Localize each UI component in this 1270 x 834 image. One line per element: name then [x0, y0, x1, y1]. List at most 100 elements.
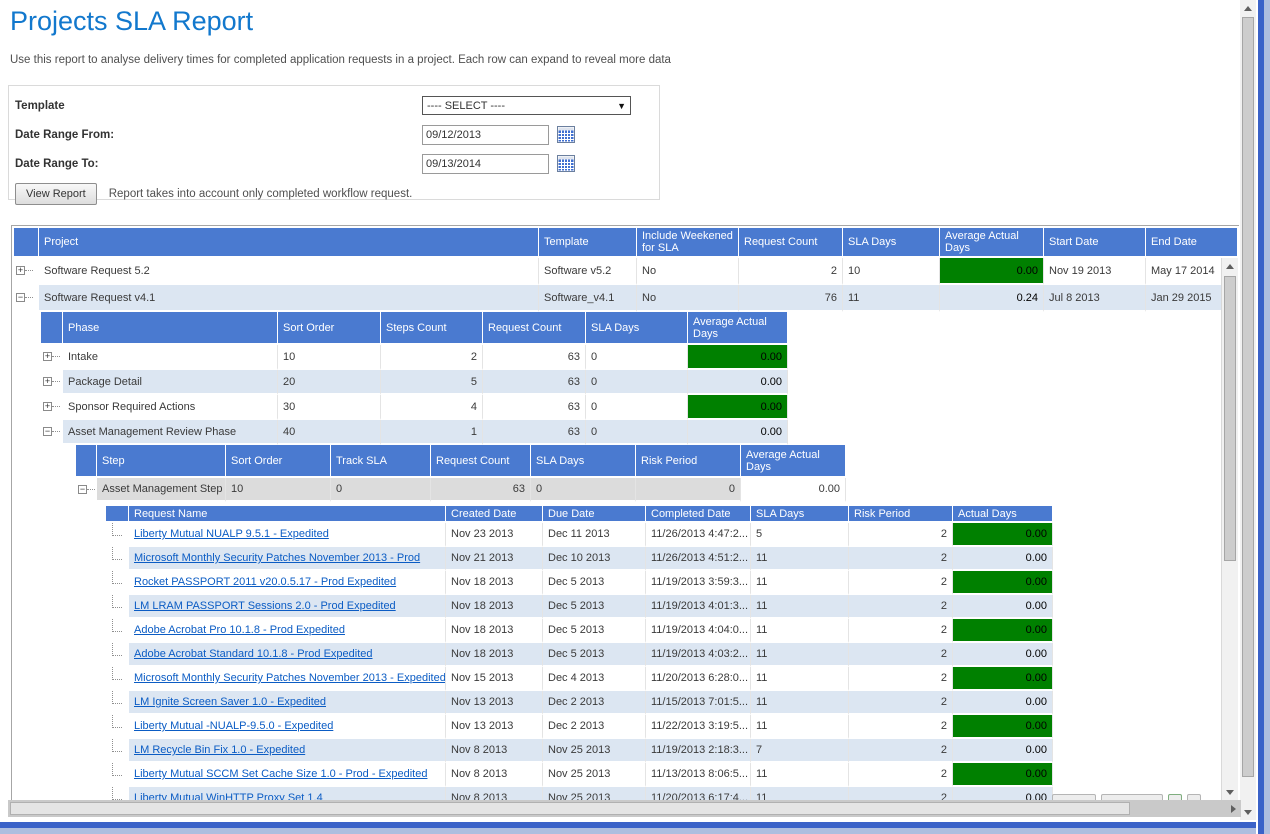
- risk-cell: 2: [849, 595, 953, 619]
- risk-cell: 2: [849, 547, 953, 571]
- request-row: LM Ignite Screen Saver 1.0 - ExpeditedNo…: [106, 691, 1053, 715]
- expand-toggle[interactable]: +: [43, 377, 52, 386]
- sort-cell: 40: [278, 420, 381, 445]
- tree-cell: +: [41, 370, 63, 395]
- column-header: Risk Period: [636, 445, 741, 478]
- column-header: Start Date: [1044, 228, 1146, 258]
- request-link[interactable]: Microsoft Monthly Security Patches Novem…: [134, 552, 420, 564]
- steps-cell: 2: [381, 345, 483, 370]
- completed-cell: 11/26/2013 4:51:2...: [646, 547, 751, 571]
- collapse-toggle[interactable]: −: [78, 485, 87, 494]
- tree-cell: [106, 595, 129, 619]
- request-link[interactable]: Liberty Mutual NUALP 9.5.1 - Expedited: [134, 528, 329, 540]
- name-cell: Liberty Mutual NUALP 9.5.1 - Expedited: [129, 523, 446, 547]
- request-link[interactable]: Liberty Mutual SCCM Set Cache Size 1.0 -…: [134, 768, 427, 780]
- project-cell: Software Request 5.2: [39, 258, 539, 285]
- horizontal-scrollbar[interactable]: [8, 800, 1241, 817]
- date-to-calendar-button[interactable]: [557, 155, 577, 173]
- created-cell: Nov 21 2013: [446, 547, 543, 571]
- sort-cell: 20: [278, 370, 381, 395]
- request-link[interactable]: LM Ignite Screen Saver 1.0 - Expedited: [134, 696, 326, 708]
- template-row: Template ---- SELECT ---- ▼: [15, 91, 659, 120]
- expand-toggle[interactable]: +: [43, 402, 52, 411]
- date-from-calendar-button[interactable]: [557, 126, 577, 144]
- tree-connector: [25, 294, 33, 298]
- phase-row: +Sponsor Required Actions3046300.00: [41, 395, 788, 420]
- view-report-button[interactable]: View Report: [15, 183, 97, 205]
- request-link[interactable]: Adobe Acrobat Standard 10.1.8 - Prod Exp…: [134, 648, 373, 660]
- column-header: End Date: [1146, 228, 1238, 258]
- page-vertical-scrollbar[interactable]: [1240, 0, 1256, 820]
- avg-cell: 0.00: [688, 345, 788, 370]
- date-from-input[interactable]: [422, 125, 549, 145]
- weekend-cell: No: [637, 258, 739, 285]
- page-scroll-up-button[interactable]: [1240, 0, 1256, 16]
- tree-cell: −: [41, 420, 63, 445]
- column-header: Steps Count: [381, 312, 483, 345]
- column-header: Sort Order: [278, 312, 381, 345]
- report-viewer: ProjectTemplateInclude Weekened for SLAR…: [11, 225, 1239, 800]
- project-row: −Software Request v4.1Software_v4.1No761…: [14, 285, 1238, 312]
- request-link[interactable]: LM LRAM PASSPORT Sessions 2.0 - Prod Exp…: [134, 600, 396, 612]
- request-link[interactable]: Liberty Mutual -NUALP-9.5.0 - Expedited: [134, 720, 333, 732]
- completed-cell: 11/19/2013 2:18:3...: [646, 739, 751, 763]
- name-cell: Adobe Acrobat Pro 10.1.8 - Prod Expedite…: [129, 619, 446, 643]
- due-cell: Dec 5 2013: [543, 595, 646, 619]
- expander-column-header: [41, 312, 63, 345]
- start-cell: Jul 8 2013: [1044, 285, 1146, 312]
- requests-table: Request NameCreated DateDue DateComplete…: [106, 506, 1053, 811]
- sla-cell: 11: [751, 667, 849, 691]
- tree-cell: +: [41, 345, 63, 370]
- expand-toggle[interactable]: +: [16, 266, 25, 275]
- tree-cell: +: [41, 395, 63, 420]
- request-link[interactable]: Rocket PASSPORT 2011 v20.0.5.17 - Prod E…: [134, 576, 396, 588]
- request-row: LM LRAM PASSPORT Sessions 2.0 - Prod Exp…: [106, 595, 1053, 619]
- scroll-down-button[interactable]: [1222, 784, 1238, 800]
- risk-cell: 2: [849, 643, 953, 667]
- column-header: Sort Order: [226, 445, 331, 478]
- column-header: Request Count: [739, 228, 843, 258]
- expand-toggle[interactable]: +: [43, 352, 52, 361]
- tree-cell: −: [76, 478, 97, 502]
- report-scrollbar-thumb[interactable]: [1224, 276, 1236, 561]
- due-cell: Dec 4 2013: [543, 667, 646, 691]
- page-scrollbar-thumb[interactable]: [1242, 17, 1254, 777]
- actual-cell: 0.00: [953, 547, 1053, 571]
- phase-cell: Package Detail: [63, 370, 278, 395]
- template-cell: Software v5.2: [539, 258, 637, 285]
- project-cell: Software Request v4.1: [39, 285, 539, 312]
- request-link[interactable]: Microsoft Monthly Security Patches Novem…: [134, 672, 446, 684]
- date-from-row: Date Range From:: [15, 120, 659, 149]
- column-header: SLA Days: [586, 312, 688, 345]
- name-cell: Rocket PASSPORT 2011 v20.0.5.17 - Prod E…: [129, 571, 446, 595]
- request-link[interactable]: Adobe Acrobat Pro 10.1.8 - Prod Expedite…: [134, 624, 345, 636]
- tree-cell: [106, 715, 129, 739]
- tree-leaf-connector: [112, 547, 122, 560]
- scroll-right-button[interactable]: [1225, 800, 1241, 817]
- date-from-label: Date Range From:: [15, 129, 422, 141]
- actual-cell: 0.00: [953, 643, 1053, 667]
- column-header: Completed Date: [646, 506, 751, 523]
- sort-cell: 10: [278, 345, 381, 370]
- created-cell: Nov 8 2013: [446, 739, 543, 763]
- avg-cell: 0.00: [688, 395, 788, 420]
- template-select[interactable]: ---- SELECT ---- ▼: [422, 96, 631, 115]
- tree-cell: [106, 691, 129, 715]
- column-header: Due Date: [543, 506, 646, 523]
- scroll-up-button[interactable]: [1222, 258, 1238, 274]
- date-to-input[interactable]: [422, 154, 549, 174]
- collapse-toggle[interactable]: −: [43, 427, 52, 436]
- collapse-toggle[interactable]: −: [16, 293, 25, 302]
- page-title: Projects SLA Report: [10, 6, 253, 37]
- tree-cell: [106, 547, 129, 571]
- report-vertical-scrollbar[interactable]: [1221, 258, 1238, 800]
- column-header: Request Name: [129, 506, 446, 523]
- request-link[interactable]: LM Recycle Bin Fix 1.0 - Expedited: [134, 744, 305, 756]
- tree-connector: [52, 403, 60, 407]
- actual-cell: 0.00: [953, 739, 1053, 763]
- horizontal-scrollbar-thumb[interactable]: [10, 802, 1130, 815]
- completed-cell: 11/19/2013 3:59:3...: [646, 571, 751, 595]
- page-scroll-down-button[interactable]: [1240, 804, 1256, 820]
- request-row: LM Recycle Bin Fix 1.0 - Expedited Nov 8 …: [106, 739, 1053, 763]
- column-header: Include Weekened for SLA: [637, 228, 739, 258]
